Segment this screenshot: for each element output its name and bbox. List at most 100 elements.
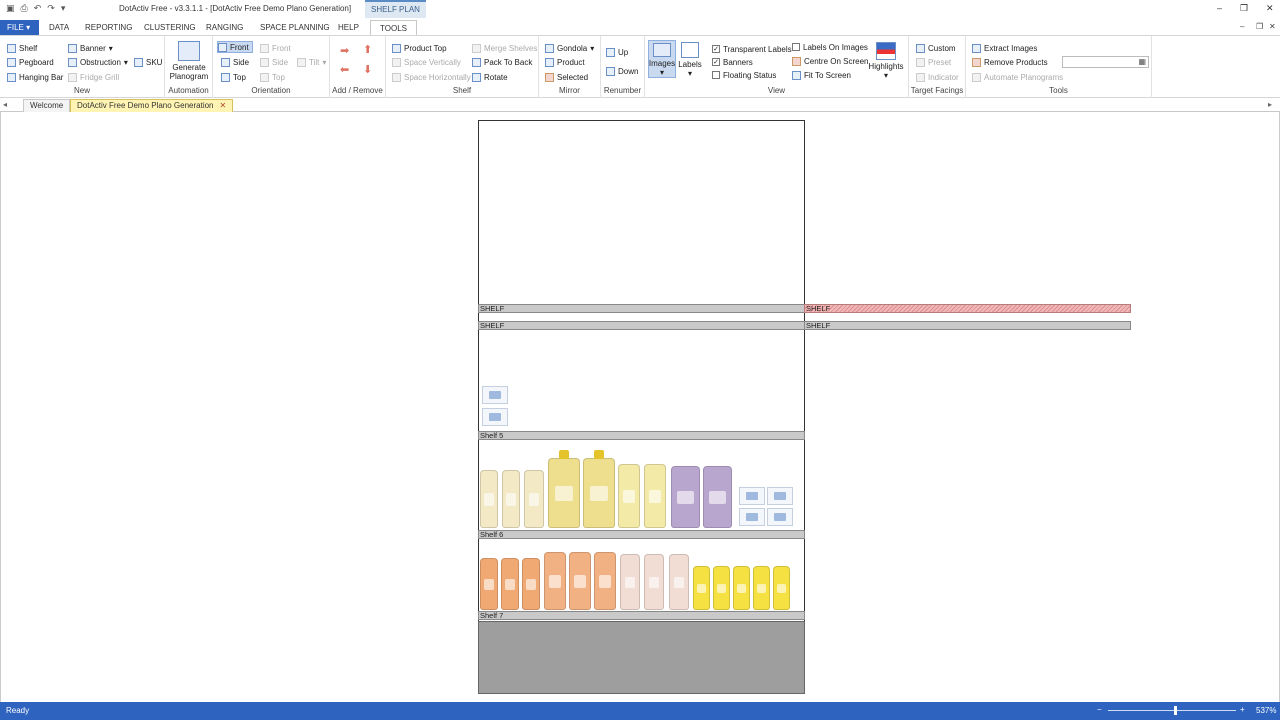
renumber-down-button[interactable]: Down xyxy=(606,65,638,77)
transparent-labels-checkbox[interactable]: ✓ Transparent Labels xyxy=(712,43,792,55)
product-bottle[interactable] xyxy=(618,464,640,528)
ribbon-close-icon[interactable]: ✕ xyxy=(1269,22,1276,31)
orientation-side2-button[interactable]: Side xyxy=(260,56,288,68)
banners-checkbox[interactable]: ✓ Banners xyxy=(712,56,753,68)
product-box[interactable] xyxy=(482,386,508,404)
product-bottle[interactable] xyxy=(733,566,750,610)
product-bottle[interactable] xyxy=(480,558,498,610)
product-bottle[interactable] xyxy=(548,458,580,528)
product-box[interactable] xyxy=(767,487,793,505)
tab-scroll-left-icon[interactable]: ◂ xyxy=(3,100,7,109)
highlights-button[interactable]: Highlights ▾ xyxy=(867,42,905,80)
save-icon[interactable]: ▣ xyxy=(6,3,15,14)
product-bottle[interactable] xyxy=(644,554,664,610)
product-bottle[interactable] xyxy=(583,458,615,528)
product-bottle[interactable] xyxy=(773,566,790,610)
remove-left-arrow-icon[interactable]: ⬅ xyxy=(340,65,349,76)
merge-shelves-button[interactable]: Merge Shelves xyxy=(472,42,537,54)
mirror-selected-button[interactable]: Selected xyxy=(545,71,588,83)
product-bottle[interactable] xyxy=(522,558,540,610)
target-preset-button[interactable]: Preset xyxy=(916,56,951,68)
product-bottle[interactable] xyxy=(644,464,666,528)
orientation-front2-button[interactable]: Front xyxy=(260,42,291,54)
renumber-up-button[interactable]: Up xyxy=(606,46,628,58)
tab-space-planning[interactable]: SPACE PLANNING xyxy=(260,20,330,35)
product-bottle[interactable] xyxy=(669,554,689,610)
zoom-out-button[interactable]: − xyxy=(1097,705,1102,714)
product-bottle[interactable] xyxy=(544,552,566,610)
pack-to-back-button[interactable]: Pack To Back xyxy=(472,56,532,68)
shelf-7[interactable]: Shelf 7 xyxy=(478,611,805,620)
undo-icon[interactable]: ↶ xyxy=(34,3,42,14)
orientation-side-button[interactable]: Side xyxy=(221,56,249,68)
product-bottle[interactable] xyxy=(671,466,700,528)
product-bottle[interactable] xyxy=(620,554,640,610)
tab-tools[interactable]: TOOLS xyxy=(370,20,417,35)
generate-planogram-button[interactable]: Generate Planogram xyxy=(170,41,208,81)
remove-products-button[interactable]: Remove Products xyxy=(972,56,1048,68)
product-bottle[interactable] xyxy=(480,470,498,528)
restore-icon[interactable]: ❐ xyxy=(1240,3,1248,14)
new-banner-button[interactable]: Banner ▾ xyxy=(68,42,113,54)
shelf-6[interactable]: Shelf 6 xyxy=(478,530,805,539)
search-input[interactable]: ▦ xyxy=(1062,56,1149,68)
rotate-button[interactable]: Rotate xyxy=(472,71,508,83)
view-labels-button[interactable]: Labels ▾ xyxy=(677,42,703,78)
add-right-arrow-icon[interactable]: ➡ xyxy=(340,46,349,57)
space-horizontally-button[interactable]: Space Horizontally xyxy=(392,71,471,83)
zoom-in-button[interactable]: + xyxy=(1240,705,1245,714)
product-bottle[interactable] xyxy=(524,470,544,528)
ribbon-minimize-icon[interactable]: – xyxy=(1240,22,1244,31)
customize-qat-icon[interactable]: ▾ xyxy=(61,3,66,14)
minimize-icon[interactable]: – xyxy=(1217,3,1222,13)
target-indicator-button[interactable]: Indicator xyxy=(916,71,959,83)
product-box[interactable] xyxy=(739,487,765,505)
tab-help[interactable]: HELP xyxy=(338,20,359,35)
orientation-tilt-button[interactable]: Tilt ▾ xyxy=(297,56,326,68)
product-bottle[interactable] xyxy=(753,566,770,610)
product-box[interactable] xyxy=(482,408,508,426)
orientation-front-button[interactable]: Front xyxy=(217,41,253,53)
redo-icon[interactable]: ↷ xyxy=(47,3,55,14)
shelf-right-2[interactable]: SHELF xyxy=(804,321,1131,330)
new-hanging-bar-button[interactable]: Hanging Bar xyxy=(7,71,63,83)
shelf-top-2[interactable]: SHELF xyxy=(478,321,805,330)
fit-to-screen-button[interactable]: Fit To Screen xyxy=(792,69,851,81)
product-bottle[interactable] xyxy=(703,466,732,528)
product-bottle[interactable] xyxy=(569,552,591,610)
product-box[interactable] xyxy=(767,508,793,526)
new-fridge-grill-button[interactable]: Fridge Grill xyxy=(68,71,119,83)
shelf-right-1[interactable]: SHELF xyxy=(804,304,1131,313)
tab-data[interactable]: DATA xyxy=(49,20,69,35)
add-up-arrow-icon[interactable]: ⬆ xyxy=(363,45,372,56)
product-bottle[interactable] xyxy=(693,566,710,610)
tab-welcome[interactable]: Welcome xyxy=(23,99,71,112)
remove-down-arrow-icon[interactable]: ⬇ xyxy=(363,65,372,76)
new-obstruction-button[interactable]: Obstruction ▾ xyxy=(68,56,128,68)
new-shelf-button[interactable]: Shelf xyxy=(7,42,37,54)
product-bottle[interactable] xyxy=(502,470,520,528)
new-pegboard-button[interactable]: Pegboard xyxy=(7,56,54,68)
file-menu-button[interactable]: FILE ▾ xyxy=(0,20,39,35)
zoom-slider-thumb[interactable] xyxy=(1174,706,1177,715)
mirror-gondola-button[interactable]: Gondola ▾ xyxy=(545,42,594,54)
tab-plano-generation[interactable]: DotActiv Free Demo Plano Generation ✕ xyxy=(70,99,234,112)
print-icon[interactable]: ⎙ xyxy=(21,3,28,14)
close-icon[interactable]: ✕ xyxy=(1266,3,1274,14)
shelf-5[interactable]: Shelf 5 xyxy=(478,431,805,440)
tab-ranging[interactable]: RANGING xyxy=(206,20,243,35)
new-sku-button[interactable]: SKU xyxy=(134,56,162,68)
shelf-top-1[interactable]: SHELF xyxy=(478,304,805,313)
automate-planograms-button[interactable]: Automate Planograms xyxy=(972,71,1063,83)
planogram-canvas[interactable]: SHELF SHELF SHELF SHELF Shelf 5 Shelf 6 … xyxy=(0,112,1280,702)
product-box[interactable] xyxy=(739,508,765,526)
tab-clustering[interactable]: CLUSTERING xyxy=(144,20,196,35)
centre-on-screen-button[interactable]: Centre On Screen xyxy=(792,55,868,67)
orientation-top2-button[interactable]: Top xyxy=(260,71,285,83)
product-top-button[interactable]: Product Top xyxy=(392,42,447,54)
gondola-base[interactable] xyxy=(478,621,805,694)
orientation-top-button[interactable]: Top xyxy=(221,71,246,83)
tab-reporting[interactable]: REPORTING xyxy=(85,20,132,35)
space-vertically-button[interactable]: Space Vertically xyxy=(392,56,461,68)
labels-on-images-checkbox[interactable]: Labels On Images xyxy=(792,41,868,53)
